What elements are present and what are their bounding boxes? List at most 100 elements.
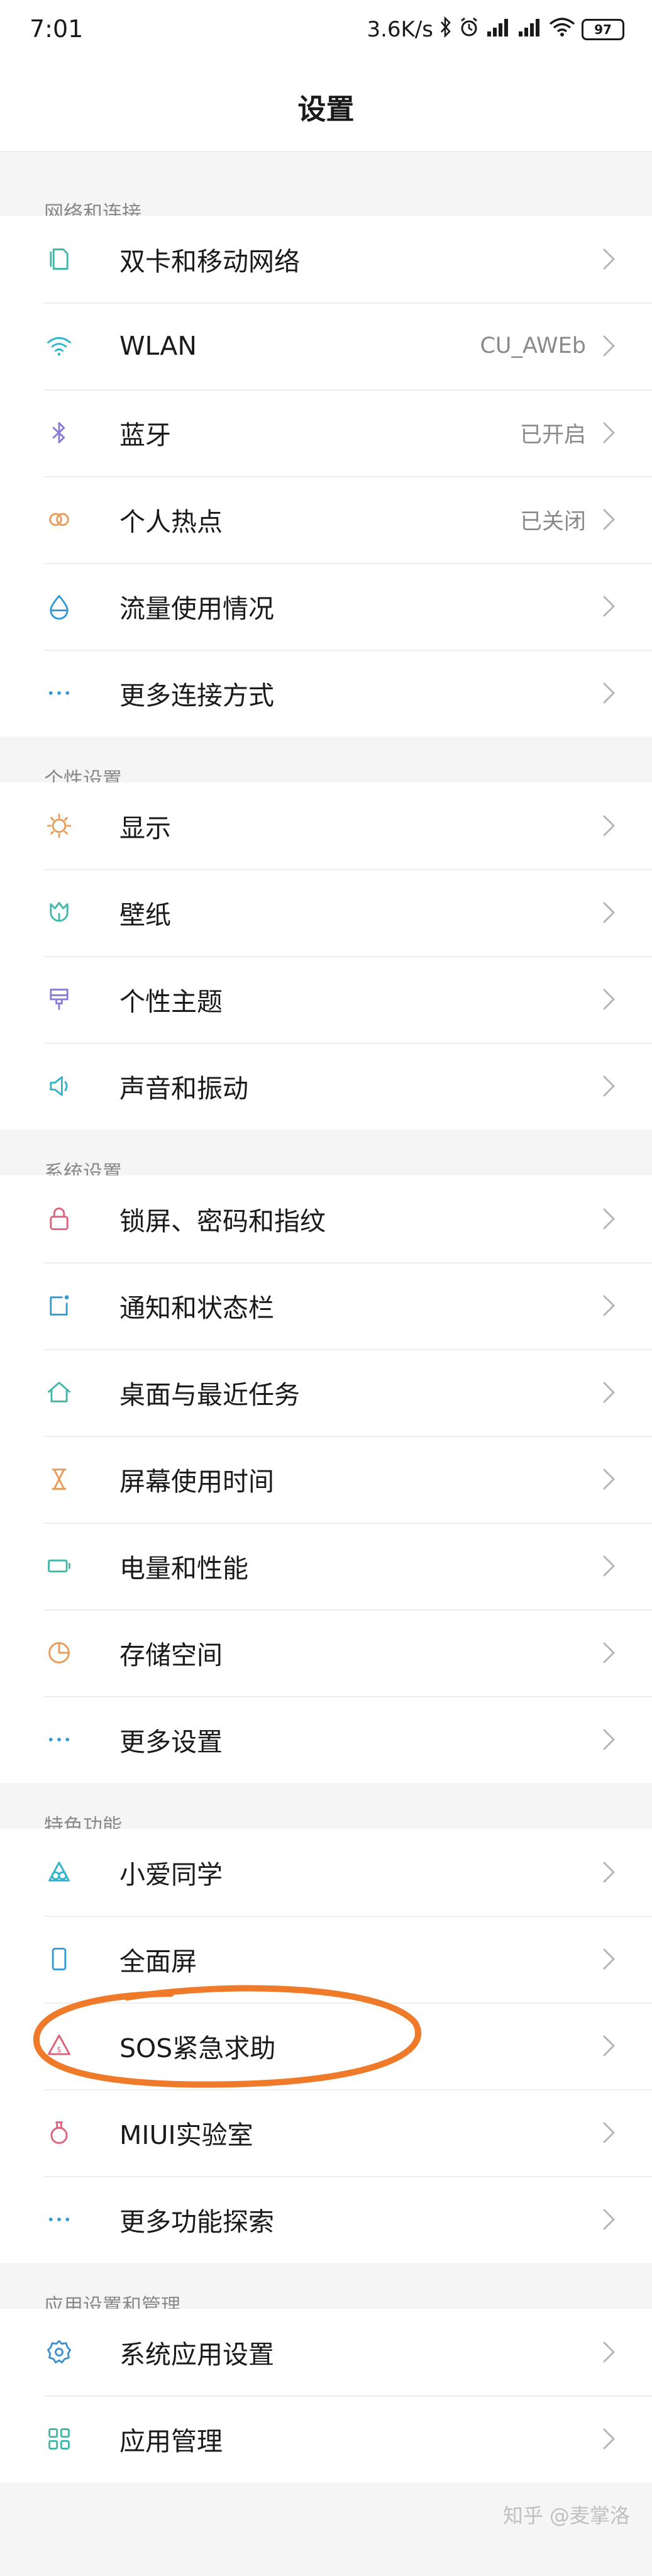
settings-item[interactable]: 双卡和移动网络 [0,216,652,303]
settings-item[interactable]: 全面屏 [0,1916,652,2002]
chevron-right-icon [601,1074,617,1098]
section-list: 小爱同学 全面屏 $ SOS紧急求助 MIUI实验室更多功能探索 [0,1829,652,2263]
section-header: 网络和连接 [0,170,652,223]
settings-item[interactable]: 桌面与最近任务 [0,1349,652,1436]
settings-item-label: 更多设置 [119,1727,223,1757]
section-header: 个性设置 [0,736,652,790]
chevron-right-icon [601,1294,617,1318]
settings-item-label: 流量使用情况 [119,594,274,624]
wallpaper-tulip-icon [44,897,74,928]
settings-item[interactable]: WLAN CU_AWEb [0,303,652,389]
settings-item[interactable]: 蓝牙 已开启 [0,389,652,476]
fullscreen-phone-icon [44,1944,74,1974]
storage-pie-icon [44,1638,74,1668]
network-speed: 3.6K/s [367,17,433,42]
settings-item[interactable]: 通知和状态栏 [0,1262,652,1349]
section-list: 显示 壁纸个性主题声音和振动 [0,782,652,1130]
settings-item-label: 蓝牙 [119,420,171,450]
section-list: 系统应用设置应用管理 [0,2309,652,2482]
settings-item[interactable]: 屏幕使用时间 [0,1436,652,1523]
settings-item[interactable]: 声音和振动 [0,1043,652,1130]
speaker-icon [44,1071,74,1101]
page-title: 设置 [297,92,355,126]
chevron-right-icon [601,1947,617,1971]
settings-item[interactable]: $ SOS紧急求助 [0,2002,652,2089]
chevron-right-icon [601,2340,617,2364]
section-header: 应用设置和管理 [0,2263,652,2316]
lock-icon [44,1204,74,1234]
data-usage-icon [44,591,74,621]
xiaoai-icon [44,1857,74,1887]
settings-item[interactable]: 小爱同学 [0,1829,652,1916]
chevron-right-icon [601,1467,617,1491]
settings-item[interactable]: 壁纸 [0,869,652,956]
settings-item-label: WLAN [119,331,197,361]
settings-item-label: 存储空间 [119,1640,223,1670]
settings-item[interactable]: 流量使用情况 [0,563,652,650]
settings-item[interactable]: MIUI实验室 [0,2089,652,2176]
status-time: 7:01 [30,15,84,43]
chevron-right-icon [601,1380,617,1404]
settings-item[interactable]: 更多连接方式 [0,650,652,736]
chevron-right-icon [601,2121,617,2145]
chevron-right-icon [601,814,617,838]
settings-item[interactable]: 个性主题 [0,956,652,1043]
chevron-right-icon [601,594,617,618]
settings-item[interactable]: 显示 [0,782,652,869]
signal-2-icon [517,17,543,42]
notification-icon [44,1291,74,1321]
app-grid-icon [44,2424,74,2454]
watermark: 知乎 @麦掌洛 [502,2504,630,2528]
header-bar: 设置 [0,60,652,152]
settings-item[interactable]: 更多设置 [0,1696,652,1783]
chevron-right-icon [601,508,617,531]
settings-item[interactable]: 系统应用设置 [0,2309,652,2396]
more-dots-icon [44,678,74,708]
wifi-status-icon [549,17,575,43]
gear-icon [44,2337,74,2367]
settings-item-label: 个性主题 [119,987,223,1017]
settings-item-label: 声音和振动 [119,1074,248,1104]
hourglass-icon [44,1464,74,1494]
settings-item[interactable]: 更多功能探索 [0,2176,652,2263]
settings-item[interactable]: 个人热点 已关闭 [0,476,652,563]
settings-item-label: 双卡和移动网络 [119,247,300,277]
settings-item[interactable]: 锁屏、密码和指纹 [0,1175,652,1262]
settings-item[interactable]: 应用管理 [0,2396,652,2482]
settings-item-label: 系统应用设置 [119,2340,274,2370]
settings-item-label: 个人热点 [119,507,223,537]
sim-card-icon [44,244,74,274]
hotspot-icon [44,504,74,535]
settings-item-label: 桌面与最近任务 [119,1380,300,1410]
chevron-right-icon [601,681,617,705]
settings-item[interactable]: 电量和性能 [0,1523,652,1609]
more-dots-icon [44,1724,74,1755]
battery-indicator: 97 [582,19,624,40]
status-indicators: 3.6K/s 97 [367,15,624,44]
chevron-right-icon [601,1641,617,1665]
settings-item-value: 已关闭 [519,509,586,535]
settings-item-value: CU_AWEb [480,333,586,358]
chevron-right-icon [601,1554,617,1578]
home-icon [44,1377,74,1407]
signal-1-icon [486,17,511,42]
settings-item-label: 通知和状态栏 [119,1293,274,1323]
chevron-right-icon [601,1860,617,1884]
chevron-right-icon [601,1207,617,1231]
settings-item-label: SOS紧急求助 [119,2033,276,2063]
chevron-right-icon [601,247,617,271]
settings-list: 网络和连接双卡和移动网络 WLAN CU_AWEb 蓝牙 已开启个人热点 已关闭流量使用情… [0,170,652,2482]
bluetooth-status-icon [439,16,452,43]
chevron-right-icon [601,987,617,1011]
section-header: 系统设置 [0,1130,652,1183]
settings-item[interactable]: 存储空间 [0,1609,652,1696]
section-list: 双卡和移动网络 WLAN CU_AWEb 蓝牙 已开启个人热点 已关闭流量使用情况更多连接… [0,216,652,736]
status-bar: 7:01 3.6K/s 97 [0,0,652,60]
settings-item-label: MIUI实验室 [119,2120,253,2150]
section-list: 锁屏、密码和指纹通知和状态栏 桌面与最近任务屏幕使用时间 电量和性能存储空间更多设置 [0,1175,652,1783]
chevron-right-icon [601,2034,617,2058]
sos-icon: $ [44,2031,74,2061]
battery-icon [44,1551,74,1581]
lab-flask-icon [44,2118,74,2148]
settings-item-value: 已开启 [519,422,586,448]
